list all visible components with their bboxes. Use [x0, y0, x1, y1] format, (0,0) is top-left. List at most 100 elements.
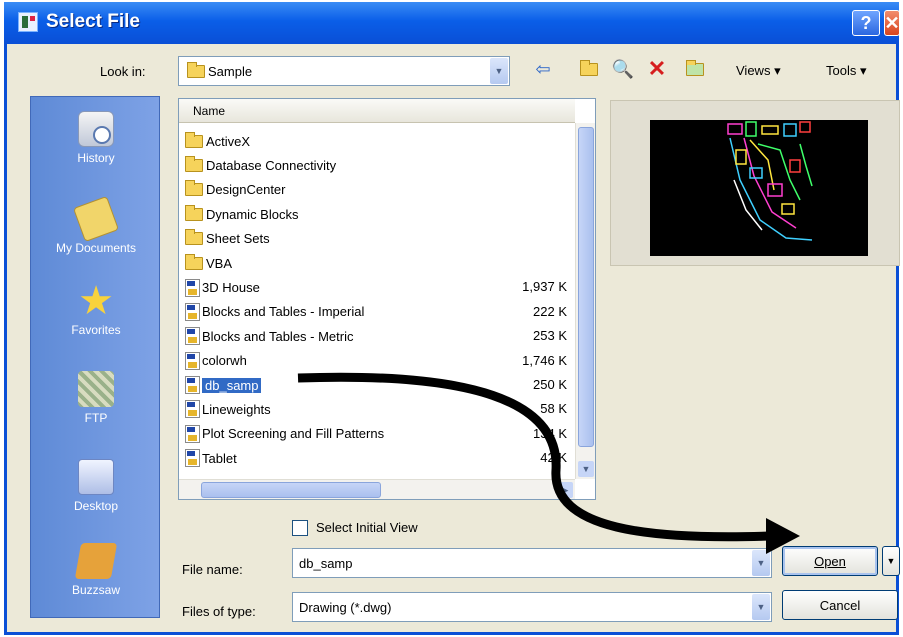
file-name: Blocks and Tables - Imperial [202, 304, 365, 320]
file-name: Blocks and Tables - Metric [202, 328, 354, 344]
file-row[interactable]: colorwh 1,746 K [185, 349, 573, 373]
tools-menu[interactable]: Tools ▾ [826, 63, 867, 79]
file-size: 42 K [540, 450, 567, 466]
folder-icon [185, 229, 203, 246]
column-header-name[interactable]: Name [179, 99, 575, 123]
views-menu[interactable]: Views ▾ [736, 63, 781, 79]
file-row[interactable]: ActiveX [185, 129, 573, 153]
drawing-file-icon [185, 424, 200, 443]
file-size: 222 K [533, 303, 567, 319]
place-ftp[interactable]: FTP [31, 371, 161, 425]
file-name: DesignCenter [206, 182, 286, 198]
folder-icon [185, 156, 203, 173]
delete-icon[interactable]: ✕ [646, 56, 668, 81]
vertical-scrollbar[interactable]: ▼ [575, 123, 595, 479]
file-row[interactable]: Lineweights 58 K [185, 397, 573, 421]
file-row[interactable]: Blocks and Tables - Imperial 222 K [185, 300, 573, 324]
files-of-type-combobox[interactable]: Drawing (*.dwg) ▼ [292, 592, 772, 622]
file-size: 58 K [540, 401, 567, 417]
scroll-right-icon[interactable]: ▶ [557, 482, 573, 498]
folder-icon [185, 253, 203, 270]
up-folder-icon[interactable] [578, 58, 600, 80]
file-size: 250 K [533, 376, 567, 392]
file-list[interactable]: Name ActiveX Database Connectivity DesignC… [178, 98, 596, 500]
chevron-down-icon[interactable]: ▼ [752, 550, 770, 576]
search-web-icon[interactable]: 🔍 [612, 58, 634, 80]
drawing-file-icon [185, 400, 200, 419]
places-bar: History My Documents ★ Favorites FTP Des… [30, 96, 160, 618]
files-of-type-label: Files of type: [182, 604, 256, 619]
file-name: colorwh [202, 353, 247, 369]
my-documents-icon [72, 195, 120, 243]
file-row[interactable]: VBA [185, 251, 573, 275]
drawing-preview [650, 120, 868, 256]
file-name-label: File name: [182, 562, 243, 577]
place-desktop[interactable]: Desktop [31, 459, 161, 513]
file-row[interactable]: DesignCenter [185, 178, 573, 202]
file-size: 1,746 K [522, 352, 567, 368]
horizontal-scroll-thumb[interactable] [201, 482, 381, 498]
drawing-file-icon [185, 351, 200, 370]
close-button[interactable]: ✕ [884, 10, 900, 36]
file-size: 134 K [533, 425, 567, 441]
chevron-down-icon[interactable]: ▼ [490, 58, 508, 84]
file-row[interactable]: db_samp 250 K [185, 373, 573, 397]
drawing-file-icon [185, 449, 200, 468]
file-size: 253 K [533, 328, 567, 344]
scroll-down-icon[interactable]: ▼ [578, 461, 594, 477]
file-name-input[interactable]: db_samp ▼ [292, 548, 772, 578]
select-initial-view-checkbox[interactable] [292, 520, 308, 536]
place-favorites[interactable]: ★ Favorites [31, 279, 161, 337]
file-name: VBA [206, 255, 233, 271]
new-folder-icon[interactable] [684, 58, 706, 80]
file-name: Plot Screening and Fill Patterns [202, 426, 385, 442]
file-row[interactable]: Plot Screening and Fill Patterns 134 K [185, 422, 573, 446]
select-initial-view-label: Select Initial View [316, 520, 418, 535]
horizontal-scrollbar[interactable]: ▶ [179, 479, 575, 499]
file-row[interactable]: Sheet Sets [185, 227, 573, 251]
file-row[interactable]: Dynamic Blocks [185, 202, 573, 226]
file-name: ActiveX [206, 133, 251, 149]
history-icon [78, 111, 114, 147]
file-name: Sheet Sets [206, 231, 270, 247]
desktop-icon [78, 459, 114, 495]
place-buzzsaw[interactable]: Buzzsaw [31, 543, 161, 597]
file-name: Dynamic Blocks [206, 206, 299, 222]
file-row[interactable]: 3D House 1,937 K [185, 275, 573, 299]
chevron-down-icon[interactable]: ▼ [752, 594, 770, 620]
favorites-icon: ★ [78, 279, 114, 323]
open-options-chevron-icon[interactable]: ▼ [882, 546, 900, 576]
file-name: Tablet [202, 450, 237, 466]
place-history[interactable]: History [31, 111, 161, 165]
drawing-file-icon [185, 376, 200, 395]
help-button[interactable]: ? [852, 10, 880, 36]
drawing-file-icon [185, 327, 200, 346]
back-arrow-icon[interactable]: ⇦ [532, 58, 554, 80]
title-bar[interactable]: Select File ? ✕ [4, 2, 900, 44]
open-button[interactable]: Open [782, 546, 878, 576]
dialog-title: Select File [46, 11, 140, 32]
buzzsaw-icon [74, 543, 118, 579]
file-name: Database Connectivity [206, 158, 337, 174]
look-in-value: Sample [208, 63, 253, 79]
app-icon [18, 12, 38, 32]
folder-icon [185, 131, 203, 148]
file-row[interactable]: Blocks and Tables - Metric 253 K [185, 324, 573, 348]
place-my-documents[interactable]: My Documents [31, 195, 161, 255]
look-in-label: Look in: [100, 64, 146, 79]
file-name: Lineweights [202, 401, 271, 417]
file-rows: ActiveX Database Connectivity DesignCenter… [185, 129, 573, 470]
vertical-scroll-thumb[interactable] [578, 127, 594, 447]
drawing-file-icon [185, 278, 200, 297]
file-size: 1,937 K [522, 279, 567, 295]
folder-icon [185, 180, 203, 197]
file-name: db_samp [202, 377, 262, 393]
cancel-button[interactable]: Cancel [782, 590, 898, 620]
folder-icon [185, 204, 203, 221]
folder-icon [187, 61, 205, 78]
file-row[interactable]: Tablet 42 K [185, 446, 573, 470]
drawing-file-icon [185, 302, 200, 321]
look-in-combobox[interactable]: Sample ▼ [178, 56, 510, 86]
preview-drawing-image [727, 121, 813, 241]
file-row[interactable]: Database Connectivity [185, 153, 573, 177]
